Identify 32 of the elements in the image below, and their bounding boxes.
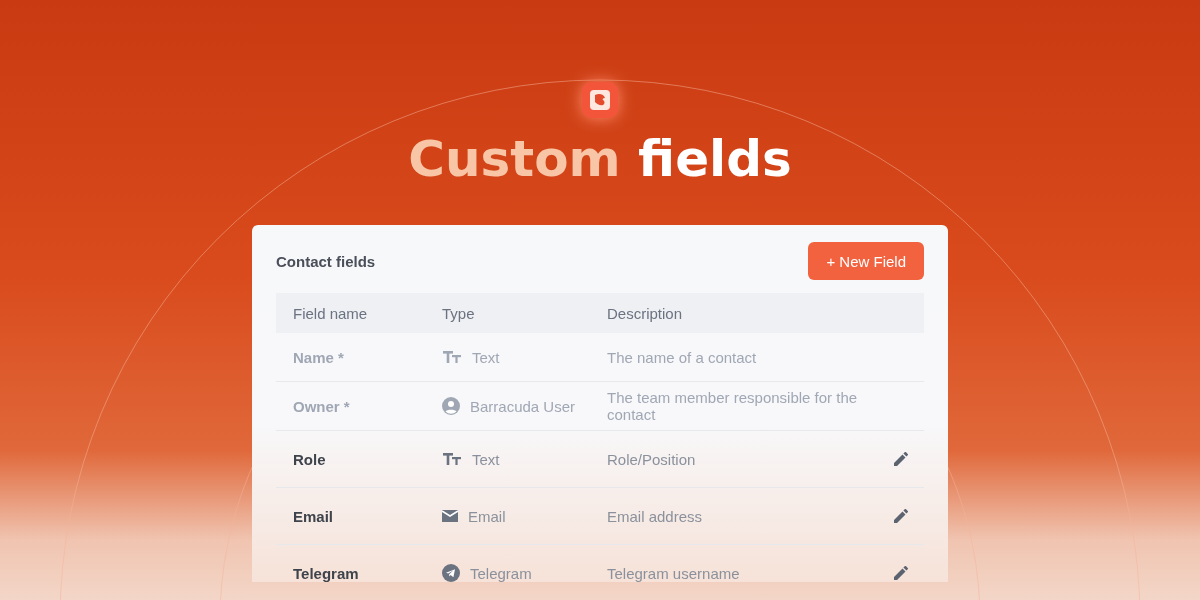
text-format-icon	[442, 451, 462, 467]
field-description: Role/Position	[607, 450, 697, 468]
field-type: Barracuda User	[470, 397, 576, 415]
app-logo-icon	[582, 82, 618, 118]
pencil-icon[interactable]	[894, 452, 908, 466]
field-name: Name *	[292, 348, 345, 366]
table-row[interactable]: Role Text Role/Position	[276, 431, 924, 488]
card-title: Contact fields	[276, 252, 376, 270]
page-title: Custom fields	[408, 132, 792, 187]
pencil-icon[interactable]	[894, 509, 908, 523]
pencil-icon[interactable]	[894, 566, 908, 580]
column-header: Field name	[292, 304, 369, 322]
field-type: Telegram	[470, 564, 532, 582]
envelope-icon	[442, 510, 458, 522]
field-description: Email address	[607, 507, 704, 525]
column-header: Description	[607, 304, 684, 322]
field-description: The team member responsible for the contact	[607, 389, 859, 423]
paper-plane-icon	[442, 564, 460, 582]
text-format-icon	[442, 349, 462, 365]
field-name: Telegram	[292, 564, 360, 582]
field-type: Email	[468, 507, 506, 525]
field-type: Text	[472, 348, 500, 366]
field-type: Text	[472, 450, 500, 468]
field-name: Role	[292, 450, 327, 468]
field-name: Email	[292, 507, 335, 525]
user-icon	[442, 397, 460, 415]
field-description: Telegram username	[607, 564, 741, 582]
table-row[interactable]: Telegram Telegram Telegram username	[276, 545, 924, 582]
field-name: Owner *	[292, 397, 351, 415]
field-description: The name of a contact	[607, 348, 758, 366]
table-row[interactable]: Email Email Email address	[276, 488, 924, 545]
column-header: Type	[442, 304, 476, 322]
